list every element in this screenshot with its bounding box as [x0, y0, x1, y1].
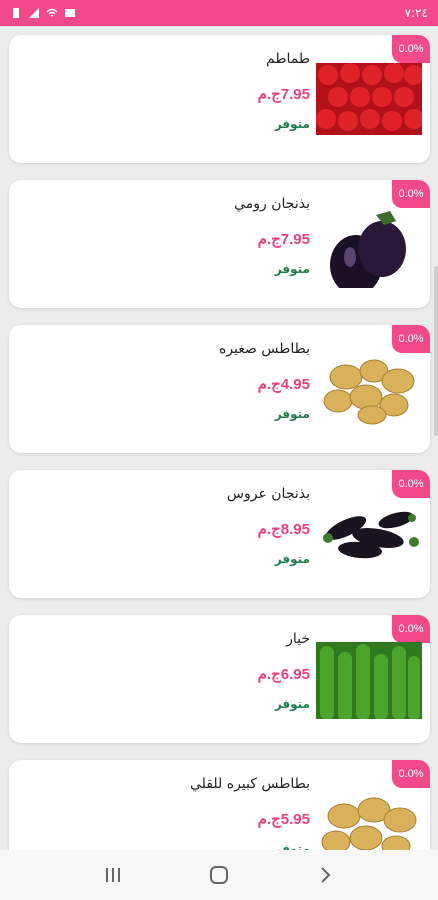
wifi-icon — [46, 8, 58, 17]
product-card[interactable]: 0.0% طماطم 7.95ج.م متوفر — [9, 35, 430, 163]
battery-icon — [13, 8, 19, 18]
gallery-icon — [65, 9, 75, 17]
home-icon[interactable] — [207, 863, 231, 887]
stock-status: متوفر — [274, 117, 310, 131]
stock-status: متوفر — [274, 262, 310, 276]
back-icon[interactable] — [313, 863, 337, 887]
status-time: ٧:٢٤ — [404, 6, 428, 20]
baby-eggplant-image — [323, 511, 419, 559]
product-name: بطاطس صغيره — [218, 341, 310, 357]
product-card[interactable]: 0.0% بذنجان رومي 7.95ج.م متوفر — [9, 180, 430, 308]
discount-badge: 0.0% — [392, 325, 430, 353]
stock-status: متوفر — [274, 697, 310, 711]
stock-status: متوفر — [274, 842, 310, 850]
discount-badge: 0.0% — [392, 35, 430, 63]
product-price: 7.95ج.م — [257, 86, 310, 103]
cucumbers-image — [316, 642, 422, 719]
discount-badge: 0.0% — [392, 470, 430, 498]
product-price: 7.95ج.م — [257, 231, 310, 248]
product-price: 4.95ج.م — [257, 376, 310, 393]
product-card[interactable]: 0.0% خيار 6.95ج.م متوفر — [9, 615, 430, 743]
product-card[interactable]: 0.0% بطاطس صغيره 4.95ج.م متوفر — [9, 325, 430, 453]
product-price: 6.95ج.م — [257, 666, 310, 683]
discount-badge: 0.0% — [392, 760, 430, 788]
product-name: بطاطس كبيره للقلي — [190, 776, 310, 792]
status-icons — [10, 7, 76, 19]
stock-status: متوفر — [274, 552, 310, 566]
navigation-bar — [0, 850, 438, 900]
potatoes-image — [323, 359, 415, 425]
product-card[interactable]: 0.0% بذنجان عروس 8.95ج.م متوفر — [9, 470, 430, 598]
tomatoes-image — [316, 63, 422, 135]
stock-status: متوفر — [274, 407, 310, 421]
recents-icon[interactable] — [101, 863, 125, 887]
scrollbar[interactable] — [434, 266, 438, 436]
product-name: بذنجان رومي — [234, 196, 310, 212]
large-potatoes-image — [321, 797, 417, 850]
product-price: 8.95ج.م — [257, 521, 310, 538]
status-bar: ٧:٢٤ — [0, 0, 438, 26]
product-list[interactable]: 0.0% طماطم 7.95ج.م متوفر 0.0% بذنجان روم… — [0, 26, 438, 850]
signal-icon — [29, 8, 39, 18]
product-price: 5.95ج.م — [257, 811, 310, 828]
product-name: طماطم — [266, 51, 310, 67]
eggplant-image — [330, 211, 406, 288]
product-name: خيار — [286, 631, 310, 647]
product-card[interactable]: 0.0% بطاطس كبيره للقلي 5.95ج.م متوفر — [9, 760, 430, 850]
product-name: بذنجان عروس — [226, 486, 310, 502]
